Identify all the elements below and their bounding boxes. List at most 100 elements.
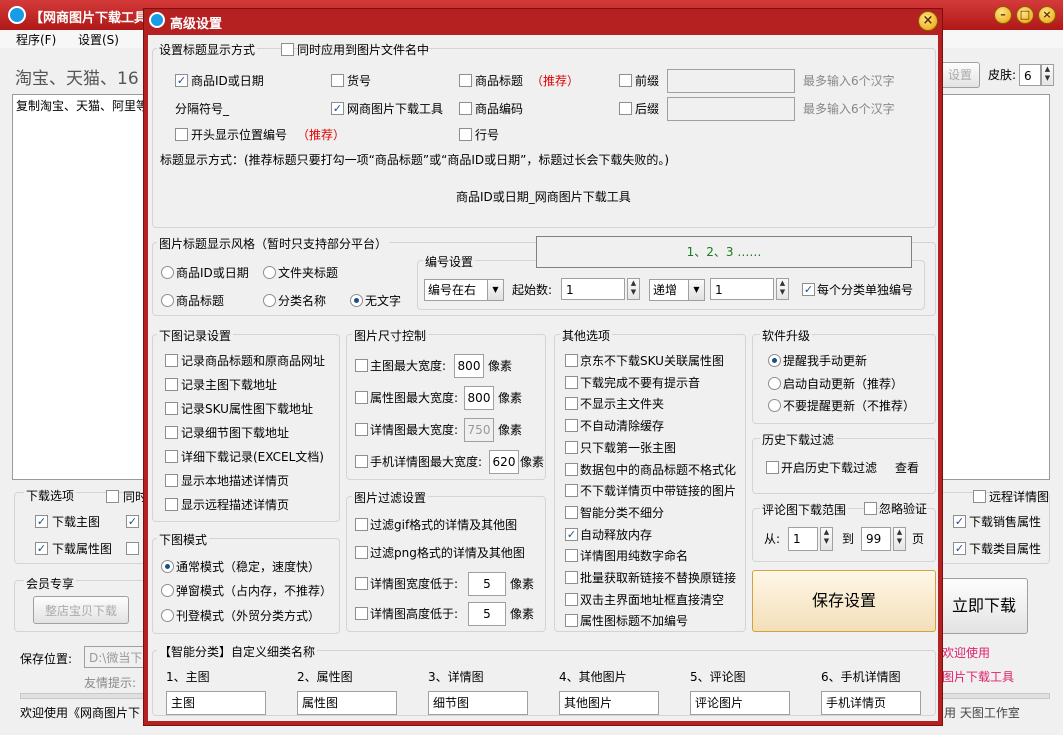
rb-upgrade-none[interactable] <box>768 399 781 412</box>
review-to-spinner[interactable]: ▲ ▼ <box>893 527 906 551</box>
cb-other-option[interactable] <box>565 419 578 433</box>
cb-detailed-log[interactable] <box>165 450 178 463</box>
cb-row-no[interactable] <box>459 128 472 141</box>
cb-category-attr[interactable]: ✓ <box>953 542 966 555</box>
cb-product-code[interactable] <box>459 102 472 115</box>
order-select[interactable]: 递增 ▼ <box>649 279 705 301</box>
rb-upgrade-auto[interactable] <box>768 377 781 390</box>
review-from-spinner[interactable]: ▲ ▼ <box>820 527 833 551</box>
numbering-position-select[interactable]: 编号在右 ▼ <box>424 279 504 301</box>
download-now-button[interactable]: 立即下载 <box>940 578 1028 634</box>
cb-attr-image[interactable]: ✓ <box>35 542 48 555</box>
cb-detail-max-width[interactable] <box>355 423 368 436</box>
save-settings-button[interactable]: 保存设置 <box>752 570 936 632</box>
step-spinner[interactable]: ▲ ▼ <box>776 278 789 300</box>
step-input[interactable]: 1 <box>710 278 774 300</box>
smart-category-input[interactable]: 主图 <box>166 691 266 715</box>
cb-other-option[interactable] <box>565 354 578 367</box>
cb-other-option[interactable] <box>565 440 578 454</box>
cb-product-title[interactable] <box>459 74 472 87</box>
cb-also-filename[interactable] <box>281 43 294 56</box>
cb-prefix[interactable] <box>619 74 632 87</box>
cb-other-option[interactable] <box>565 484 578 498</box>
start-spinner[interactable]: ▲ ▼ <box>627 278 640 300</box>
dialog-close-icon[interactable]: × <box>918 11 938 31</box>
cb-record-title-url[interactable] <box>165 354 178 367</box>
attr-max-width-input[interactable]: 800 <box>464 386 494 410</box>
menu-program[interactable]: 程序(F) <box>16 31 56 48</box>
cb-other-option[interactable] <box>565 397 578 411</box>
cb-other-option[interactable] <box>565 571 578 584</box>
cb-partial-1[interactable]: ✓ <box>126 515 139 528</box>
rb-category[interactable] <box>263 294 276 307</box>
cb-mobile-max-width[interactable] <box>355 455 368 468</box>
cb-main-image[interactable]: ✓ <box>35 515 48 528</box>
store-download-button[interactable]: 整店宝贝下载 <box>33 596 129 624</box>
smart-category-input[interactable]: 手机详情页 <box>821 691 921 715</box>
cb-local-desc[interactable] <box>165 474 178 487</box>
review-to-input[interactable]: 99 <box>861 527 891 551</box>
rb-product-title[interactable] <box>161 294 174 307</box>
menu-settings[interactable]: 设置(S) <box>78 31 119 48</box>
same-checkbox[interactable] <box>106 490 119 503</box>
cb-history-filter[interactable] <box>766 461 779 474</box>
minimize-icon[interactable]: – <box>994 6 1012 24</box>
maximize-icon[interactable]: □ <box>1016 6 1034 24</box>
main-max-width-input[interactable]: 800 <box>454 354 484 378</box>
skin-spinner[interactable]: ▲ ▼ <box>1041 64 1054 86</box>
smart-category-input[interactable]: 属性图 <box>297 691 397 715</box>
detail-max-width-input[interactable]: 750 <box>464 418 494 442</box>
cb-attr-max-width[interactable] <box>355 391 368 404</box>
cb-product-id[interactable]: ✓ <box>175 74 188 87</box>
rb-product-id[interactable] <box>161 266 174 279</box>
cb-filter-width[interactable] <box>355 577 368 590</box>
close-main-icon[interactable]: × <box>1038 6 1056 24</box>
cb-filter-gif[interactable] <box>355 518 368 531</box>
rb-mode-popup[interactable] <box>161 584 174 597</box>
start-input[interactable]: 1 <box>561 278 625 300</box>
cb-partial-2[interactable] <box>126 542 139 555</box>
smart-category-input[interactable]: 其他图片 <box>559 691 659 715</box>
cb-other-option[interactable] <box>565 375 578 389</box>
cb-other-option[interactable] <box>565 505 578 519</box>
prefix-input[interactable] <box>667 69 795 93</box>
filter-height-input[interactable]: 5 <box>468 602 506 626</box>
history-view-link[interactable]: 查看 <box>895 461 919 475</box>
cb-filter-png[interactable] <box>355 546 368 559</box>
cb-ignore-verify[interactable] <box>864 502 877 515</box>
rb-mode-normal[interactable] <box>161 560 174 573</box>
cb-record-main-url[interactable] <box>165 378 178 391</box>
cb-record-sku-url[interactable] <box>165 402 178 415</box>
cb-position-no[interactable] <box>175 128 188 141</box>
settings-button[interactable]: 设置 <box>940 62 980 88</box>
cb-tool-name[interactable]: ✓ <box>331 102 344 115</box>
cb-other-option[interactable] <box>565 462 578 476</box>
cb-remote-detail[interactable] <box>973 490 986 503</box>
suffix-input[interactable] <box>667 97 795 121</box>
cb-record-detail-url[interactable] <box>165 426 178 439</box>
skin-input[interactable]: 6 <box>1019 64 1041 86</box>
rb-mode-listing[interactable] <box>161 609 174 622</box>
rb-folder-title[interactable] <box>263 266 276 279</box>
mobile-max-width-input[interactable]: 620 <box>489 450 519 474</box>
right-textarea[interactable] <box>940 94 1050 480</box>
review-from-input[interactable]: 1 <box>788 527 818 551</box>
url-textarea[interactable]: 复制淘宝、天猫、阿里等 <box>12 94 148 480</box>
cb-other-option[interactable] <box>565 592 578 606</box>
cb-sales-attr[interactable]: ✓ <box>953 515 966 528</box>
cb-filter-height[interactable] <box>355 607 368 620</box>
cb-item-no[interactable] <box>331 74 344 87</box>
cb-suffix[interactable] <box>619 102 632 115</box>
cb-other-option[interactable] <box>565 614 578 628</box>
rb-no-text[interactable] <box>350 294 363 307</box>
save-location-input[interactable]: D:\微当下 <box>84 646 144 668</box>
filter-width-input[interactable]: 5 <box>468 572 506 596</box>
cb-main-max-width[interactable] <box>355 359 368 372</box>
cb-per-category[interactable]: ✓ <box>802 283 815 296</box>
smart-category-input[interactable]: 细节图 <box>428 691 528 715</box>
cb-other-option[interactable] <box>565 549 578 563</box>
cb-remote-desc[interactable] <box>165 498 178 511</box>
smart-category-input[interactable]: 评论图片 <box>690 691 790 715</box>
cb-other-option[interactable]: ✓ <box>565 527 578 541</box>
rb-upgrade-manual[interactable] <box>768 354 781 367</box>
